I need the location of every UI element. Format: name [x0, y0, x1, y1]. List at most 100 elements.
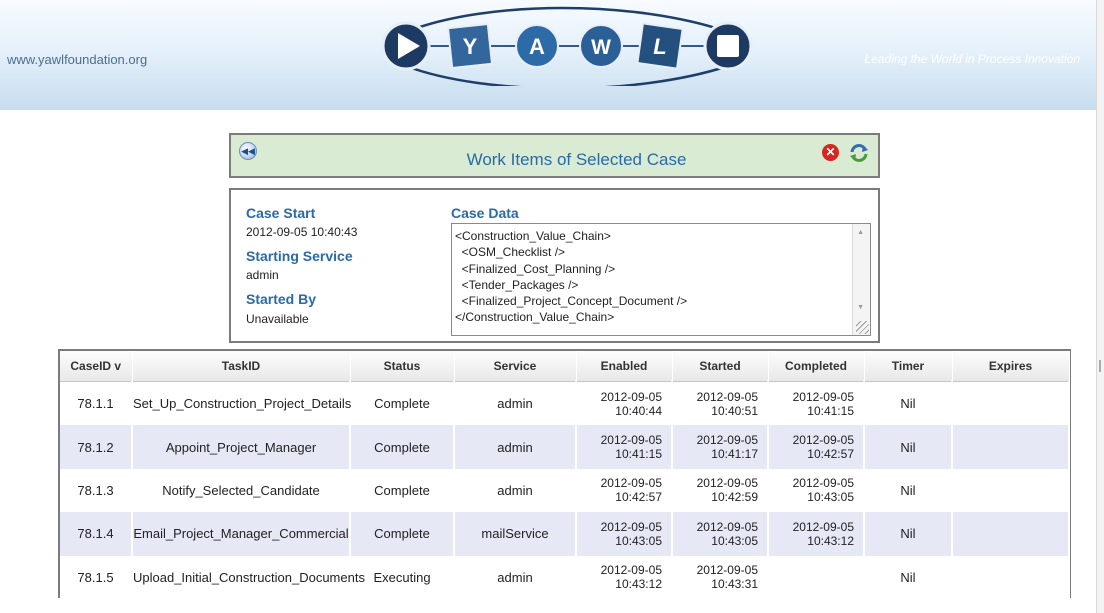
site-url[interactable]: www.yawlfoundation.org: [7, 52, 147, 67]
svg-text:Y: Y: [463, 34, 478, 59]
caseid-cell: 78.1.5: [60, 555, 133, 599]
completed-time: 10:42:57: [807, 447, 854, 462]
logo-a-block: A: [515, 24, 559, 68]
resize-grip-icon[interactable]: [856, 321, 869, 334]
taskid-cell: Set_Up_Construction_Project_Details: [132, 381, 351, 426]
column-header-expires[interactable]: Expires: [952, 351, 1070, 382]
expires-cell: [952, 425, 1070, 469]
table-row[interactable]: 78.1.5 Upload_Initial_Construction_Docum…: [60, 555, 1070, 599]
started-cell: 2012-09-05 10:43:05: [672, 512, 769, 556]
case-data-label: Case Data: [451, 205, 519, 221]
enabled-date: 2012-09-05: [600, 563, 662, 578]
completed-cell: [768, 555, 865, 599]
case-data-line: <Finalized_Cost_Planning />: [455, 261, 616, 276]
taskid-cell: Email_Project_Manager_Commercial: [132, 512, 351, 556]
expires-cell: [952, 381, 1070, 426]
window-scrollbar[interactable]: [1096, 0, 1104, 613]
timer-cell: Nil: [864, 512, 953, 556]
header-banner: www.yawlfoundation.org Y A W L Leading t…: [0, 0, 1096, 110]
column-header-service[interactable]: Service: [454, 351, 577, 382]
caseid-cell: 78.1.3: [60, 468, 133, 513]
timer-cell: Nil: [864, 555, 953, 599]
completed-date: 2012-09-05: [792, 519, 854, 534]
case-start-value: 2012-09-05 10:40:43: [246, 225, 358, 239]
svg-text:A: A: [529, 34, 545, 59]
taskid-cell: Notify_Selected_Candidate: [132, 468, 351, 513]
started-cell: 2012-09-05 10:40:51: [672, 381, 769, 426]
case-data-line: <Finalized_Project_Concept_Document />: [455, 294, 688, 309]
logo-l-block: L: [636, 22, 684, 70]
table-row[interactable]: 78.1.2 Appoint_Project_Manager Complete …: [60, 425, 1070, 469]
logo-w-block: W: [579, 24, 623, 68]
table-row[interactable]: 78.1.4 Email_Project_Manager_Commercial …: [60, 512, 1070, 556]
svg-text:L: L: [653, 34, 666, 59]
started-time: 10:43:05: [711, 533, 758, 548]
enabled-date: 2012-09-05: [600, 519, 662, 534]
enabled-time: 10:43:05: [615, 533, 662, 548]
work-items-table: CaseID v TaskID Status Service Enabled S…: [58, 349, 1071, 599]
started-date: 2012-09-05: [696, 433, 758, 448]
timer-cell: Nil: [864, 425, 953, 469]
started-date: 2012-09-05: [696, 389, 758, 404]
tagline: Leading the World in Process Innovation: [864, 52, 1080, 66]
enabled-cell: 2012-09-05 10:43:05: [576, 512, 673, 556]
column-header-enabled[interactable]: Enabled: [576, 351, 673, 382]
starting-service-value: admin: [246, 268, 279, 282]
completed-cell: 2012-09-05 10:41:15: [768, 381, 865, 426]
started-cell: 2012-09-05 10:43:31: [672, 555, 769, 599]
timer-cell: Nil: [864, 468, 953, 513]
completed-date: 2012-09-05: [792, 389, 854, 404]
enabled-date: 2012-09-05: [600, 476, 662, 491]
starting-service-label: Starting Service: [246, 248, 353, 264]
completed-cell: 2012-09-05 10:43:12: [768, 512, 865, 556]
case-data-line: <OSM_Checklist />: [455, 245, 566, 260]
caseid-cell: 78.1.1: [60, 381, 133, 426]
column-header-status[interactable]: Status: [350, 351, 455, 382]
svg-text:W: W: [591, 36, 611, 59]
started-by-label: Started By: [246, 291, 317, 307]
logo-y-block: Y: [446, 22, 494, 70]
case-start-label: Case Start: [246, 205, 316, 221]
enabled-time: 10:43:12: [615, 577, 662, 592]
scroll-up-arrow-icon[interactable]: ▲: [857, 229, 864, 236]
enabled-time: 10:41:15: [615, 447, 662, 462]
completed-time: 10:43:05: [807, 490, 854, 505]
status-cell: Complete: [350, 468, 455, 513]
enabled-time: 10:40:44: [615, 403, 662, 418]
table-row[interactable]: 78.1.3 Notify_Selected_Candidate Complet…: [60, 468, 1070, 513]
status-cell: Complete: [350, 425, 455, 469]
textarea-scrollbar[interactable]: ▲ ▼: [852, 224, 870, 335]
panel-title: Work Items of Selected Case: [466, 150, 687, 169]
completed-time: 10:43:12: [807, 533, 854, 548]
started-cell: 2012-09-05 10:42:59: [672, 468, 769, 513]
case-info-panel: Case Start 2012-09-05 10:40:43 Starting …: [229, 188, 880, 343]
column-header-completed[interactable]: Completed: [768, 351, 865, 382]
started-date: 2012-09-05: [696, 563, 758, 578]
enabled-time: 10:42:57: [615, 490, 662, 505]
service-cell: mailService: [454, 512, 577, 556]
completed-cell: 2012-09-05 10:43:05: [768, 468, 865, 513]
enabled-cell: 2012-09-05 10:41:15: [576, 425, 673, 469]
case-data-content: <Construction_Value_Chain> <OSM_Checklis…: [455, 228, 687, 326]
table-row[interactable]: 78.1.1 Set_Up_Construction_Project_Detai…: [60, 381, 1070, 426]
column-header-timer[interactable]: Timer: [864, 351, 953, 382]
column-header-caseid[interactable]: CaseID v: [60, 351, 133, 382]
column-header-taskid[interactable]: TaskID: [132, 351, 351, 382]
completed-date: 2012-09-05: [792, 476, 854, 491]
column-header-started[interactable]: Started: [672, 351, 769, 382]
started-time: 10:41:17: [711, 447, 758, 462]
service-cell: admin: [454, 425, 577, 469]
status-cell: Complete: [350, 512, 455, 556]
expires-cell: [952, 555, 1070, 599]
completed-time: 10:41:15: [807, 403, 854, 418]
status-cell: Executing: [350, 555, 455, 599]
case-data-textarea[interactable]: <Construction_Value_Chain> <OSM_Checklis…: [451, 223, 871, 336]
table-header-row: CaseID v TaskID Status Service Enabled S…: [60, 351, 1070, 382]
refresh-icon[interactable]: [848, 142, 870, 164]
close-icon[interactable]: ✕: [822, 144, 839, 161]
enabled-date: 2012-09-05: [600, 389, 662, 404]
enabled-date: 2012-09-05: [600, 433, 662, 448]
completed-date: 2012-09-05: [792, 433, 854, 448]
expires-cell: [952, 512, 1070, 556]
scroll-down-arrow-icon[interactable]: ▼: [857, 304, 864, 311]
